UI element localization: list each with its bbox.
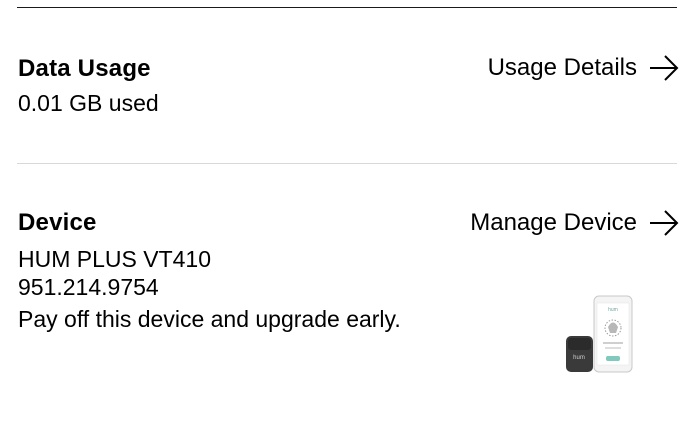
arrow-right-icon bbox=[650, 210, 679, 236]
manage-device-link[interactable]: Manage Device bbox=[470, 209, 679, 237]
upgrade-promo-link[interactable]: Pay off this device and upgrade early. bbox=[18, 305, 418, 333]
svg-text:hum: hum bbox=[608, 307, 618, 313]
manage-device-label: Manage Device bbox=[470, 209, 637, 236]
arrow-right-icon bbox=[650, 55, 679, 81]
data-usage-value: 0.01 GB used bbox=[18, 90, 159, 116]
top-divider bbox=[17, 7, 677, 8]
device-phone-number: 951.214.9754 bbox=[18, 274, 159, 300]
svg-text:hum: hum bbox=[573, 355, 585, 361]
usage-details-link[interactable]: Usage Details bbox=[488, 54, 679, 82]
account-overview-panel: Data Usage 0.01 GB used Usage Details De… bbox=[0, 0, 697, 434]
device-name: HUM PLUS VT410 bbox=[18, 246, 212, 272]
usage-details-label: Usage Details bbox=[487, 54, 637, 81]
device-product-image: hum hum bbox=[566, 295, 633, 373]
section-divider bbox=[17, 163, 677, 164]
data-usage-title: Data Usage bbox=[18, 55, 151, 82]
device-title: Device bbox=[18, 209, 97, 236]
